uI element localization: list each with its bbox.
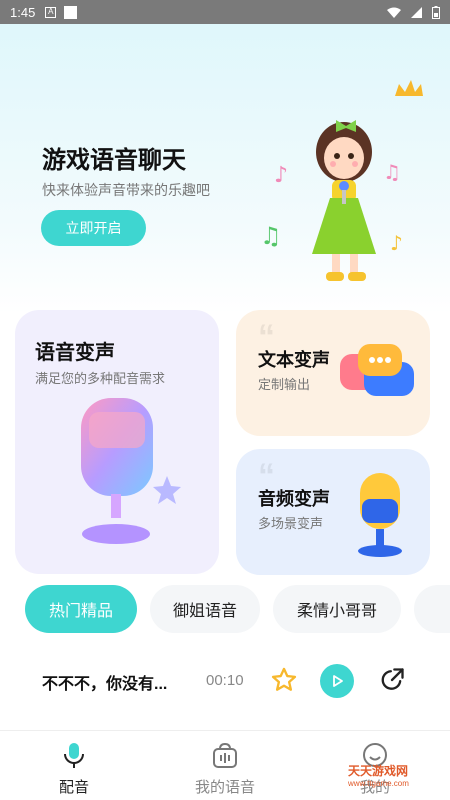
nav-label: 配音	[58, 779, 89, 796]
start-now-button[interactable]: 立即开启	[41, 210, 146, 246]
microphone-icon	[64, 743, 84, 768]
svg-text:♫: ♫	[260, 222, 282, 250]
hero-title: 游戏语音聊天	[42, 147, 186, 174]
notification-a-icon: A	[45, 6, 57, 18]
card-subtitle: 多场景变声	[258, 516, 324, 531]
hero-banner: 游戏语音聊天 快来体验声音带来的乐趣吧 立即开启 ♪ ♫ ♫ ♪	[0, 24, 450, 314]
play-button[interactable]	[320, 664, 354, 698]
category-tabs: 热门精品 御姐语音 柔情小哥哥	[25, 585, 450, 633]
tab-mature-voice[interactable]: 御姐语音	[150, 585, 260, 633]
voice-duration: 00:10	[206, 672, 244, 689]
watermark-url: www.ttgame.com	[348, 779, 409, 788]
hero-subtitle: 快来体验声音带来的乐趣吧	[42, 182, 210, 198]
notification-square-icon	[64, 5, 78, 19]
text-voice-card[interactable]: “ 文本变声 定制输出	[236, 310, 430, 436]
nav-dubbing[interactable]: 配音	[14, 741, 134, 797]
status-bar: 1:45 A	[0, 0, 450, 24]
card-title: 文本变声	[258, 350, 330, 370]
star-icon[interactable]	[270, 666, 298, 694]
share-icon[interactable]	[378, 666, 406, 694]
tab-hot-picks[interactable]: 热门精品	[25, 585, 137, 633]
signal-icon	[411, 6, 422, 18]
svg-text:♪: ♪	[390, 231, 403, 255]
nav-label: 我的语音	[194, 779, 255, 796]
desk-microphone-icon	[358, 473, 402, 557]
voice-changer-card[interactable]: 语音变声 满足您的多种配音需求	[15, 310, 219, 574]
battery-icon	[432, 5, 440, 19]
nav-my-voice[interactable]: 我的语音	[165, 741, 285, 797]
singing-girl-illustration: ♪ ♫ ♫ ♪	[260, 80, 423, 281]
chat-bubbles-icon	[340, 344, 414, 396]
voice-bag-icon	[213, 742, 237, 768]
list-item[interactable]: 不不不，你没有... 00:10	[0, 656, 450, 708]
svg-text:♫: ♫	[383, 160, 401, 184]
audio-voice-card[interactable]: “ 音频变声 多场景变声	[236, 449, 430, 575]
card-title: 音频变声	[258, 489, 330, 509]
card-subtitle: 满足您的多种配音需求	[35, 371, 166, 386]
tab-gentle-guy[interactable]: 柔情小哥哥	[273, 585, 401, 633]
play-icon	[333, 675, 343, 687]
status-time: 1:45	[10, 4, 36, 20]
svg-text:♪: ♪	[274, 163, 288, 188]
watermark-logo: 天天游戏网 www.ttgame.com	[348, 762, 409, 788]
voice-title: 不不不，你没有...	[42, 676, 168, 693]
microphone-3d-icon	[81, 398, 181, 544]
crown-icon	[395, 80, 423, 96]
watermark-text: 天天游戏网	[348, 764, 409, 778]
wifi-icon	[387, 7, 401, 18]
card-title: 语音变声	[35, 342, 115, 364]
card-subtitle: 定制输出	[258, 377, 311, 392]
tab-more[interactable]	[414, 585, 450, 633]
